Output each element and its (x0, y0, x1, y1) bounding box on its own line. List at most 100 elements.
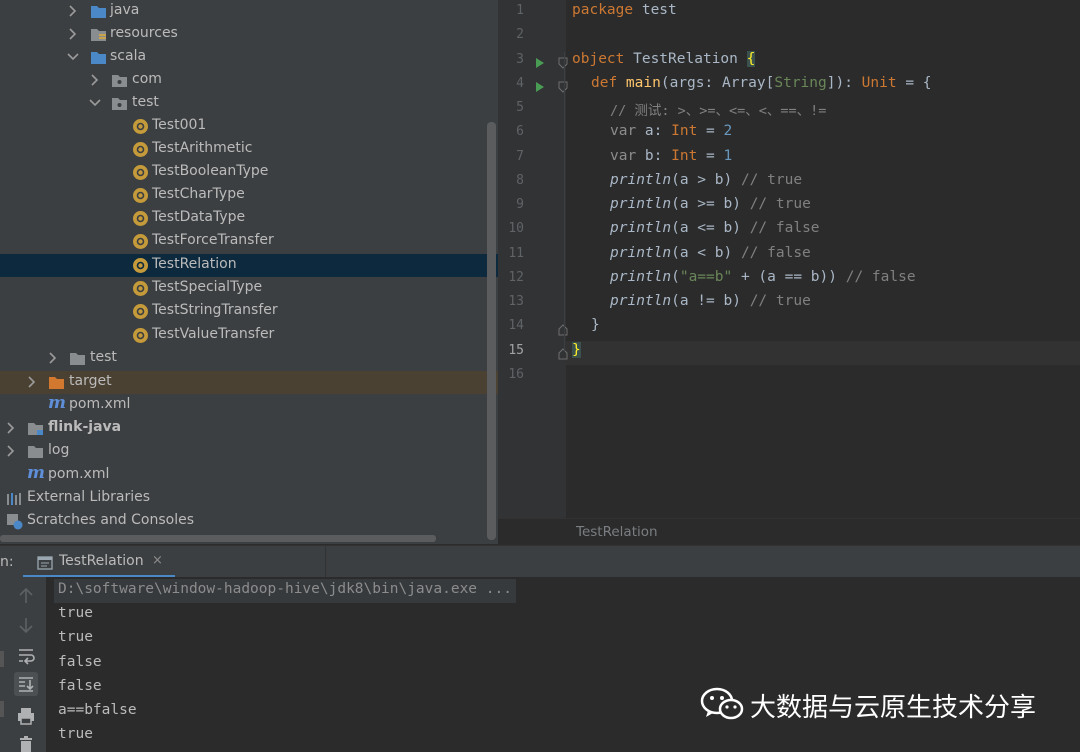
tree-item-label: Scratches and Consoles (27, 512, 194, 528)
print-icon[interactable] (14, 704, 38, 728)
fold-marker-icon[interactable] (558, 54, 568, 69)
chevron-right-icon[interactable] (68, 27, 80, 41)
tree-item-teststringtransfer[interactable]: TestStringTransfer (0, 300, 498, 323)
tree-item-testforcetransfer[interactable]: TestForceTransfer (0, 230, 498, 253)
tree-item-test-package[interactable]: test (0, 92, 498, 115)
line-number-current: 15 (508, 343, 524, 358)
tree-item-external-libraries[interactable]: External Libraries (0, 487, 498, 510)
tree-item-testspecialtype[interactable]: TestSpecialType (0, 277, 498, 300)
tree-item-testarithmetic[interactable]: TestArithmetic (0, 138, 498, 161)
tree-item-label: TestValueTransfer (152, 326, 275, 342)
tree-item-test-folder[interactable]: test (0, 347, 498, 370)
chevron-down-icon[interactable] (89, 96, 101, 110)
breadcrumb[interactable]: TestRelation (576, 524, 658, 540)
run-tab-label: TestRelation (59, 553, 144, 569)
run-tool-window-header: n: TestRelation × (0, 545, 1080, 578)
libraries-icon (6, 490, 23, 507)
code-line-4: def main(args: Array[String]): Unit = { (591, 75, 932, 91)
run-gutter-icon[interactable] (535, 54, 545, 68)
code-line-10: println(a <= b) // false (610, 220, 820, 236)
scala-object-icon (132, 118, 149, 135)
console-command-line[interactable]: D:\software\window-hadoop-hive\jdk8\bin\… (54, 579, 516, 603)
tree-item-log[interactable]: log (0, 440, 498, 463)
tree-item-pom[interactable]: m pom.xml (0, 393, 498, 417)
tree-item-target[interactable]: target (0, 371, 498, 394)
line-number: 4 (516, 76, 524, 91)
code-editor[interactable]: 1 2 3 4 5 6 7 8 9 10 11 12 13 14 15 16 p… (498, 0, 1080, 544)
code-token: + (a == b)) (732, 269, 846, 285)
folder-icon (27, 443, 44, 460)
tree-vertical-scrollbar[interactable] (487, 122, 496, 540)
close-icon[interactable]: × (152, 553, 163, 568)
indent-guide (564, 52, 565, 352)
code-token: println (610, 220, 672, 236)
code-token: (a != b) (671, 293, 750, 309)
tree-item-label: TestCharType (152, 186, 245, 202)
run-tab[interactable]: TestRelation × (23, 546, 175, 578)
code-token: "a==b" (679, 269, 733, 285)
tree-item-root-pom[interactable]: m pom.xml (0, 463, 498, 487)
tree-item-com[interactable]: com (0, 69, 498, 92)
code-token: 1 (723, 148, 733, 164)
line-number: 7 (516, 149, 524, 164)
code-token: main (617, 75, 661, 91)
chevron-right-icon[interactable] (6, 421, 18, 435)
tree-item-label: com (132, 71, 162, 87)
tree-item-testvaluetransfer[interactable]: TestValueTransfer (0, 324, 498, 347)
console-icon (37, 555, 53, 570)
down-arrow-icon[interactable] (14, 613, 38, 637)
tree-item-resources[interactable]: resources (0, 23, 498, 46)
module-folder-icon (27, 420, 44, 437)
console-line: true (58, 629, 93, 645)
wechat-icon (700, 686, 744, 726)
code-token: = (697, 123, 724, 139)
line-number: 13 (508, 294, 524, 309)
tree-item-label: Test001 (152, 117, 207, 133)
line-number: 16 (508, 367, 524, 382)
tree-item-label: target (69, 373, 112, 389)
tree-item-label: flink-java (48, 419, 122, 435)
line-number: 5 (516, 100, 524, 115)
chevron-right-icon[interactable] (90, 73, 102, 87)
chevron-right-icon[interactable] (68, 4, 80, 18)
tree-item-testrelation[interactable]: TestRelation (0, 254, 498, 277)
fold-marker-icon[interactable] (558, 78, 568, 93)
console-output[interactable]: D:\software\window-hadoop-hive\jdk8\bin\… (46, 577, 1080, 752)
console-line: true (58, 726, 93, 742)
tree-item-testchartype[interactable]: TestCharType (0, 184, 498, 207)
run-gutter-icon[interactable] (535, 78, 545, 92)
tree-item-test001[interactable]: Test001 (0, 115, 498, 138)
folder-icon (90, 3, 107, 20)
tree-item-label: TestForceTransfer (152, 232, 274, 248)
fold-marker-icon[interactable] (558, 345, 568, 360)
scala-object-icon (132, 257, 149, 274)
code-token: // true (749, 196, 811, 212)
tree-item-scala[interactable]: scala (0, 46, 498, 69)
tree-item-label: test (90, 349, 117, 365)
tree-item-testdatatype[interactable]: TestDataType (0, 207, 498, 230)
up-arrow-icon[interactable] (14, 584, 38, 608)
fold-marker-icon[interactable] (558, 321, 568, 336)
tree-horizontal-scrollbar[interactable] (0, 535, 436, 542)
tree-item-java[interactable]: java (0, 0, 498, 23)
code-token: def (591, 75, 618, 91)
code-token: (a >= b) (671, 196, 750, 212)
code-token: Int (671, 123, 698, 139)
code-token: Int (671, 148, 698, 164)
run-toolbar (0, 577, 46, 752)
chevron-right-icon[interactable] (6, 444, 18, 458)
chevron-right-icon[interactable] (48, 351, 60, 365)
code-token: b: (636, 148, 672, 164)
line-number: 9 (516, 197, 524, 212)
excluded-folder-icon (48, 374, 65, 391)
tree-item-testbooleantype[interactable]: TestBooleanType (0, 161, 498, 184)
trash-icon[interactable] (14, 733, 38, 752)
scroll-to-end-icon[interactable] (14, 672, 38, 696)
chevron-down-icon[interactable] (67, 50, 79, 64)
soft-wrap-icon[interactable] (14, 643, 38, 667)
tree-item-flink-java[interactable]: flink-java (0, 417, 498, 440)
editor-breadcrumb-bar: TestRelation (498, 518, 1080, 544)
chevron-right-icon[interactable] (27, 375, 39, 389)
tree-item-scratches[interactable]: Scratches and Consoles (0, 510, 498, 533)
code-line-9: println(a >= b) // true (610, 196, 811, 212)
